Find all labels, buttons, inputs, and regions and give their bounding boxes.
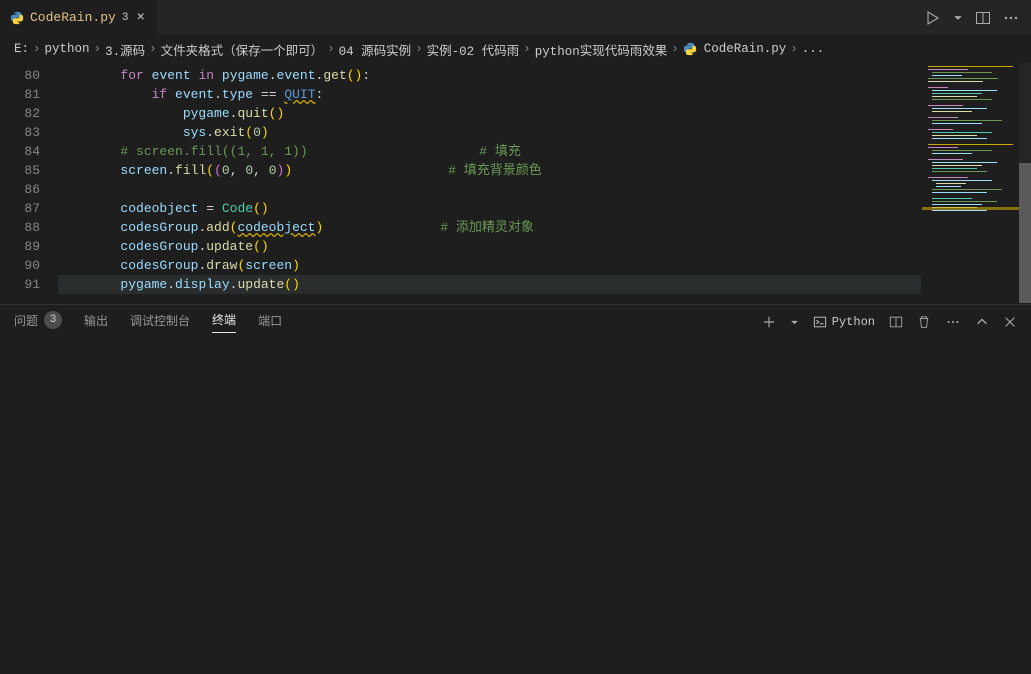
chevron-right-icon: › [327,42,335,56]
line-number: 80 [0,66,58,85]
panel-tab-output[interactable]: 输出 [84,312,108,333]
tab-bar: CodeRain.py 3 × [0,0,1031,35]
code-line: codeobject = Code() [58,199,921,218]
python-file-icon [10,11,24,25]
problems-count-badge: 3 [44,311,62,329]
code-line: if event.type == QUIT: [58,85,921,104]
code-line [58,180,921,199]
python-file-icon [683,42,697,56]
more-icon[interactable] [945,315,961,329]
code-line: screen.fill((0, 0, 0)) # 填充背景颜色 [58,161,921,180]
split-editor-icon[interactable] [975,10,991,26]
panel-tab-terminal[interactable]: 终端 [212,311,236,333]
bc-item[interactable]: 04 源码实例 [339,40,412,59]
chevron-right-icon: › [94,42,102,56]
editor-actions [925,10,1031,26]
bc-tail[interactable]: ... [802,42,825,56]
line-number: 85 [0,161,58,180]
line-number: 81 [0,85,58,104]
code-line: codesGroup.add(codeobject) # 添加精灵对象 [58,218,921,237]
close-panel-icon[interactable] [1003,315,1017,329]
terminal-icon [813,315,827,329]
code-line: pygame.quit() [58,104,921,123]
trash-icon[interactable] [917,315,931,329]
run-icon[interactable] [925,10,941,26]
code-line: # screen.fill((1, 1, 1)) # 填充 [58,142,921,161]
tab-close-button[interactable]: × [134,10,146,26]
scrollbar-thumb[interactable] [1019,163,1031,303]
chevron-right-icon: › [33,42,41,56]
breadcrumb: E:› python› 3.源码› 文件夹格式（保存一个即可）› 04 源码实例… [0,35,1031,63]
minimap[interactable] [921,63,1031,304]
code-area[interactable]: for event in pygame.event.get(): if even… [58,63,921,304]
panel-tab-ports[interactable]: 端口 [258,312,282,333]
chevron-right-icon: › [523,42,531,56]
tab-modified-badge: 3 [122,12,129,24]
panel: 问题3 输出 调试控制台 终端 端口 Python [0,304,1031,674]
code-line: codesGroup.draw(screen) [58,256,921,275]
more-actions-icon[interactable] [1003,10,1019,26]
line-number: 89 [0,237,58,256]
terminal-kind[interactable]: Python [813,315,875,329]
bc-item[interactable]: 文件夹格式（保存一个即可） [161,40,324,59]
bc-item[interactable]: python实现代码雨效果 [535,40,668,59]
line-number: 83 [0,123,58,142]
new-terminal-icon[interactable] [762,315,776,329]
line-number: 91 [0,275,58,294]
bc-item[interactable]: python [45,42,90,56]
split-terminal-icon[interactable] [889,315,903,329]
line-number: 86 [0,180,58,199]
bc-file[interactable]: CodeRain.py [704,42,787,56]
line-number: 90 [0,256,58,275]
chevron-up-icon[interactable] [975,315,989,329]
line-number: 82 [0,104,58,123]
code-line: sys.exit(0) [58,123,921,142]
chevron-down-icon[interactable] [790,318,799,327]
line-gutter: 80 81 82 83 84 85 86 87 88 89 90 91 [0,63,58,304]
tab-coderain[interactable]: CodeRain.py 3 × [0,0,158,35]
chevron-right-icon: › [415,42,423,56]
chevron-right-icon: › [149,42,157,56]
line-number: 84 [0,142,58,161]
bc-item[interactable]: 3.源码 [105,40,145,59]
panel-tabs: 问题3 输出 调试控制台 终端 端口 Python [0,305,1031,339]
tab-filename: CodeRain.py [30,10,116,25]
chevron-right-icon: › [790,42,798,56]
chevron-down-icon[interactable] [953,13,963,23]
panel-tab-debug[interactable]: 调试控制台 [130,312,190,333]
panel-actions: Python [762,315,1017,329]
line-number: 88 [0,218,58,237]
editor: 80 81 82 83 84 85 86 87 88 89 90 91 for … [0,63,1031,304]
panel-tab-problems[interactable]: 问题3 [14,311,62,333]
bc-item[interactable]: E: [14,42,29,56]
line-number: 87 [0,199,58,218]
code-line: for event in pygame.event.get(): [58,66,921,85]
chevron-right-icon: › [671,42,679,56]
bc-item[interactable]: 实例-02 代码雨 [427,40,520,59]
terminal-body[interactable] [0,339,1031,674]
code-line: codesGroup.update() [58,237,921,256]
code-line: pygame.display.update() [58,275,921,294]
tabs: CodeRain.py 3 × [0,0,158,35]
